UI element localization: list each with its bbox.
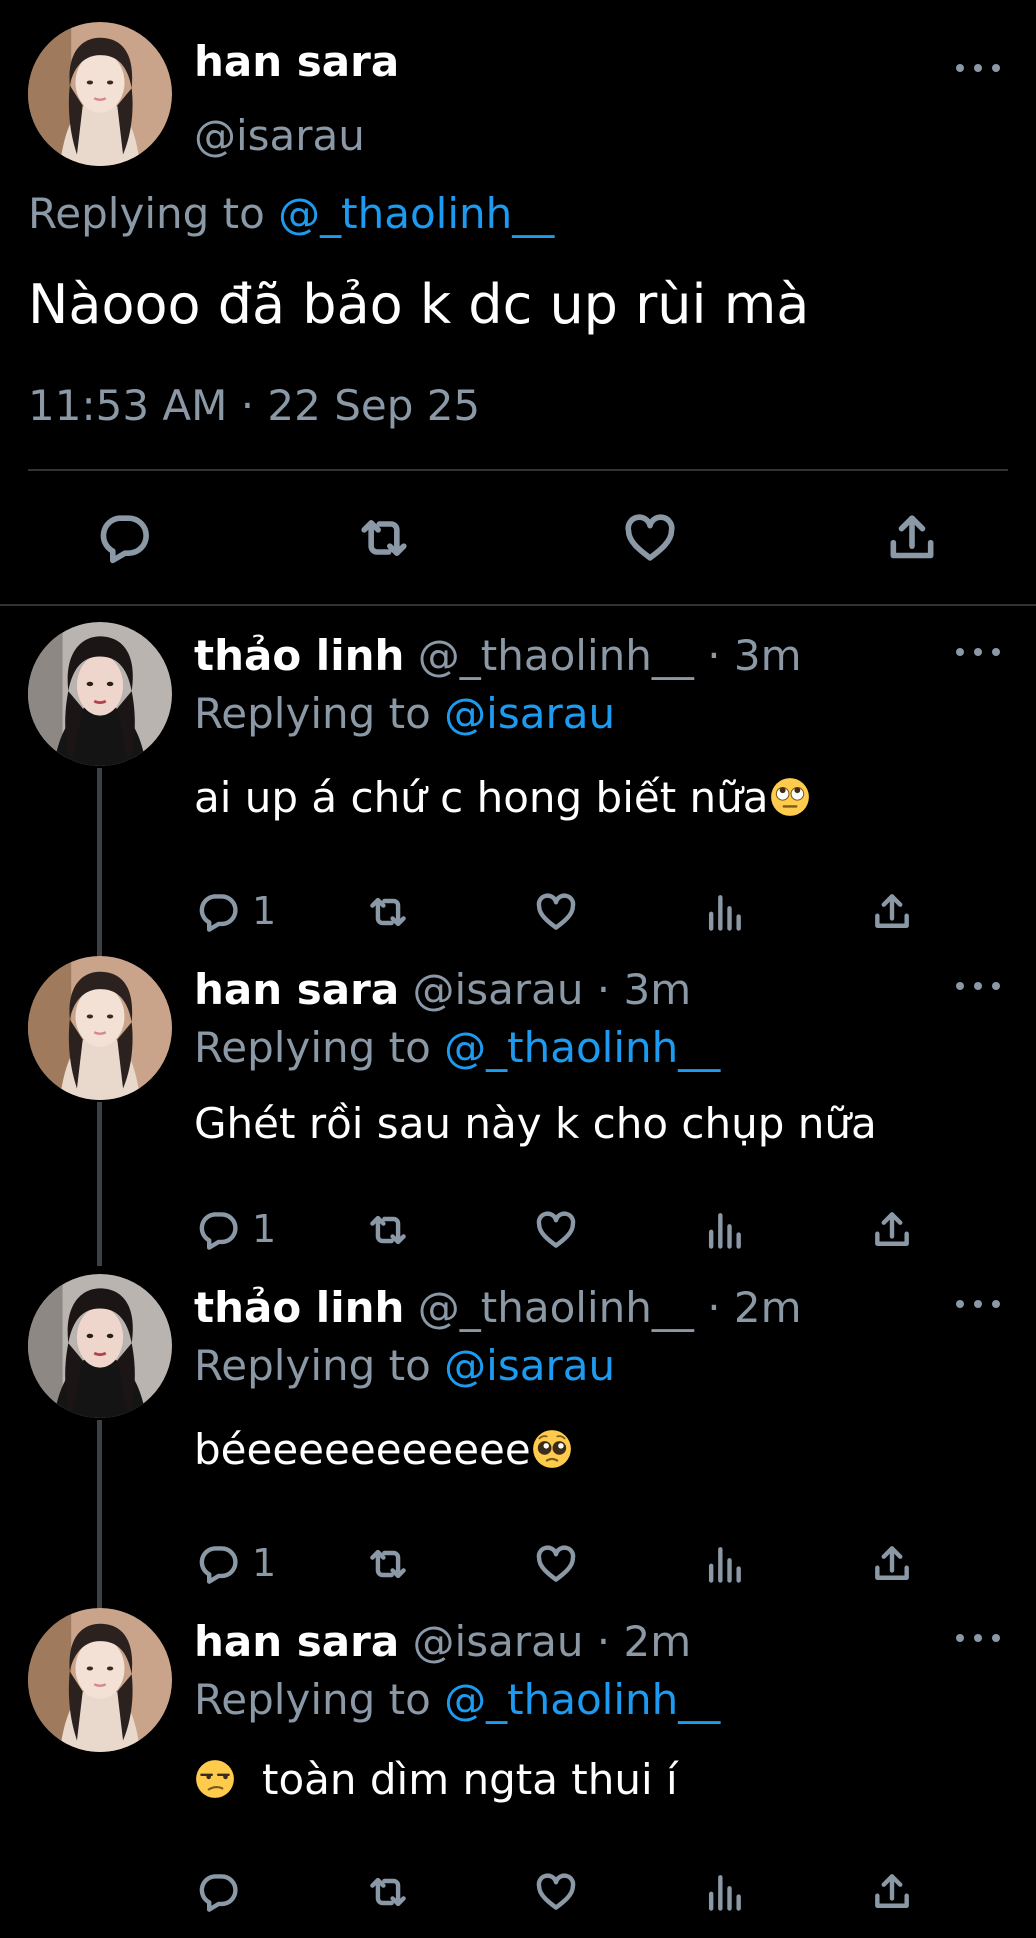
avatar[interactable] xyxy=(28,622,172,766)
reply-icon[interactable] xyxy=(196,890,240,934)
tweet-text: béeeeeeeeeeee xyxy=(194,1422,573,1478)
mention-link[interactable]: @_thaolinh__ xyxy=(444,1675,720,1724)
mention-link[interactable]: @_thaolinh__ xyxy=(444,1023,720,1072)
author-name[interactable]: han sara xyxy=(194,36,399,88)
reply-header: han sara @isarau · 2m xyxy=(194,1616,691,1668)
author-name[interactable]: thảo linh xyxy=(194,631,404,680)
reply-icon[interactable] xyxy=(96,510,152,566)
tweet-timestamp[interactable]: 11:53 AM · 22 Sep 25 xyxy=(28,380,480,432)
author-meta[interactable]: @isarau · 2m xyxy=(413,1617,692,1666)
more-options-icon[interactable] xyxy=(956,58,1000,78)
author-handle[interactable]: @isarau xyxy=(194,110,365,162)
reply-tweet[interactable]: thảo linh @_thaolinh__ · 3m Replying to … xyxy=(0,622,1036,958)
author-name[interactable]: han sara xyxy=(194,965,399,1014)
tweet-text: Nàooo đã bảo k dc up rùi mà xyxy=(28,273,810,336)
more-options-icon[interactable] xyxy=(956,1628,1000,1648)
reply-actions: 1 xyxy=(0,1538,1036,1588)
replying-to: Replying to @_thaolinh__ xyxy=(194,1022,720,1074)
replying-label: Replying to xyxy=(194,1023,431,1072)
avatar[interactable] xyxy=(28,956,172,1100)
face-with-rolling-eyes-emoji xyxy=(769,776,811,818)
views-icon[interactable] xyxy=(702,1870,746,1914)
replying-to: Replying to @isarau xyxy=(194,688,615,740)
reply-icon[interactable] xyxy=(196,1870,240,1914)
views-icon[interactable] xyxy=(702,1542,746,1586)
mention-link[interactable]: @isarau xyxy=(444,689,615,738)
like-icon[interactable] xyxy=(534,1870,578,1914)
reply-count: 1 xyxy=(252,1207,277,1251)
author-meta[interactable]: @_thaolinh__ · 3m xyxy=(418,631,802,680)
reply-header: thảo linh @_thaolinh__ · 2m xyxy=(194,1282,802,1334)
retweet-icon[interactable] xyxy=(366,1208,410,1252)
retweet-icon[interactable] xyxy=(366,890,410,934)
pleading-face-emoji xyxy=(531,1428,573,1470)
more-options-icon[interactable] xyxy=(956,642,1000,662)
reply-tweet[interactable]: han sara @isarau · 2m Replying to @_thao… xyxy=(0,1608,1036,1938)
reply-actions: 1 xyxy=(0,886,1036,936)
tweet-text: Ghét rồi sau này k cho chụp nữa xyxy=(194,1099,877,1148)
avatar[interactable] xyxy=(28,1608,172,1752)
author-meta[interactable]: @_thaolinh__ · 2m xyxy=(418,1283,802,1332)
tweet-text: toàn dìm ngta thui í xyxy=(194,1752,678,1808)
reply-header: thảo linh @_thaolinh__ · 3m xyxy=(194,630,802,682)
author-name[interactable]: han sara xyxy=(194,1617,399,1666)
share-icon[interactable] xyxy=(870,1870,914,1914)
reply-icon[interactable] xyxy=(196,1542,240,1586)
divider xyxy=(28,469,1008,471)
reply-actions xyxy=(0,1866,1036,1916)
reply-actions: 1 xyxy=(0,1204,1036,1254)
replying-label: Replying to xyxy=(28,189,265,238)
reply-tweet[interactable]: han sara @isarau · 3m Replying to @_thao… xyxy=(0,956,1036,1286)
reply-count: 1 xyxy=(252,889,277,933)
replying-label: Replying to xyxy=(194,1341,431,1390)
reply-count: 1 xyxy=(252,1541,277,1585)
mention-link[interactable]: @_thaolinh__ xyxy=(278,189,554,238)
reply-tweet[interactable]: thảo linh @_thaolinh__ · 2m Replying to … xyxy=(0,1274,1036,1610)
avatar[interactable] xyxy=(28,1274,172,1418)
share-icon[interactable] xyxy=(870,1542,914,1586)
main-tweet: han sara @isarau Replying to @_thaolinh_… xyxy=(0,0,1036,606)
unamused-face-emoji xyxy=(194,1758,236,1800)
retweet-icon[interactable] xyxy=(356,510,412,566)
share-icon[interactable] xyxy=(870,1208,914,1252)
more-options-icon[interactable] xyxy=(956,976,1000,996)
share-icon[interactable] xyxy=(870,890,914,934)
reply-header: han sara @isarau · 3m xyxy=(194,964,691,1016)
replying-label: Replying to xyxy=(194,1675,431,1724)
replying-label: Replying to xyxy=(194,689,431,738)
replying-to: Replying to @_thaolinh__ xyxy=(194,1674,720,1726)
reply-icon[interactable] xyxy=(196,1208,240,1252)
tweet-text-content: béeeeeeeeeeee xyxy=(194,1425,531,1474)
share-icon[interactable] xyxy=(884,510,940,566)
tweet-text-content: toàn dìm ngta thui í xyxy=(262,1755,678,1804)
replying-to: Replying to @isarau xyxy=(194,1340,615,1392)
more-options-icon[interactable] xyxy=(956,1294,1000,1314)
like-icon[interactable] xyxy=(534,1208,578,1252)
replying-to: Replying to @_thaolinh__ xyxy=(28,188,554,240)
views-icon[interactable] xyxy=(702,1208,746,1252)
author-meta[interactable]: @isarau · 3m xyxy=(413,965,692,1014)
retweet-icon[interactable] xyxy=(366,1870,410,1914)
avatar[interactable] xyxy=(28,22,172,166)
tweet-text: ai up á chứ c hong biết nữa xyxy=(194,770,811,826)
views-icon[interactable] xyxy=(702,890,746,934)
like-icon[interactable] xyxy=(534,890,578,934)
mention-link[interactable]: @isarau xyxy=(444,1341,615,1390)
like-icon[interactable] xyxy=(534,1542,578,1586)
retweet-icon[interactable] xyxy=(366,1542,410,1586)
like-icon[interactable] xyxy=(622,510,678,566)
author-name[interactable]: thảo linh xyxy=(194,1283,404,1332)
tweet-text-content: ai up á chứ c hong biết nữa xyxy=(194,773,769,822)
